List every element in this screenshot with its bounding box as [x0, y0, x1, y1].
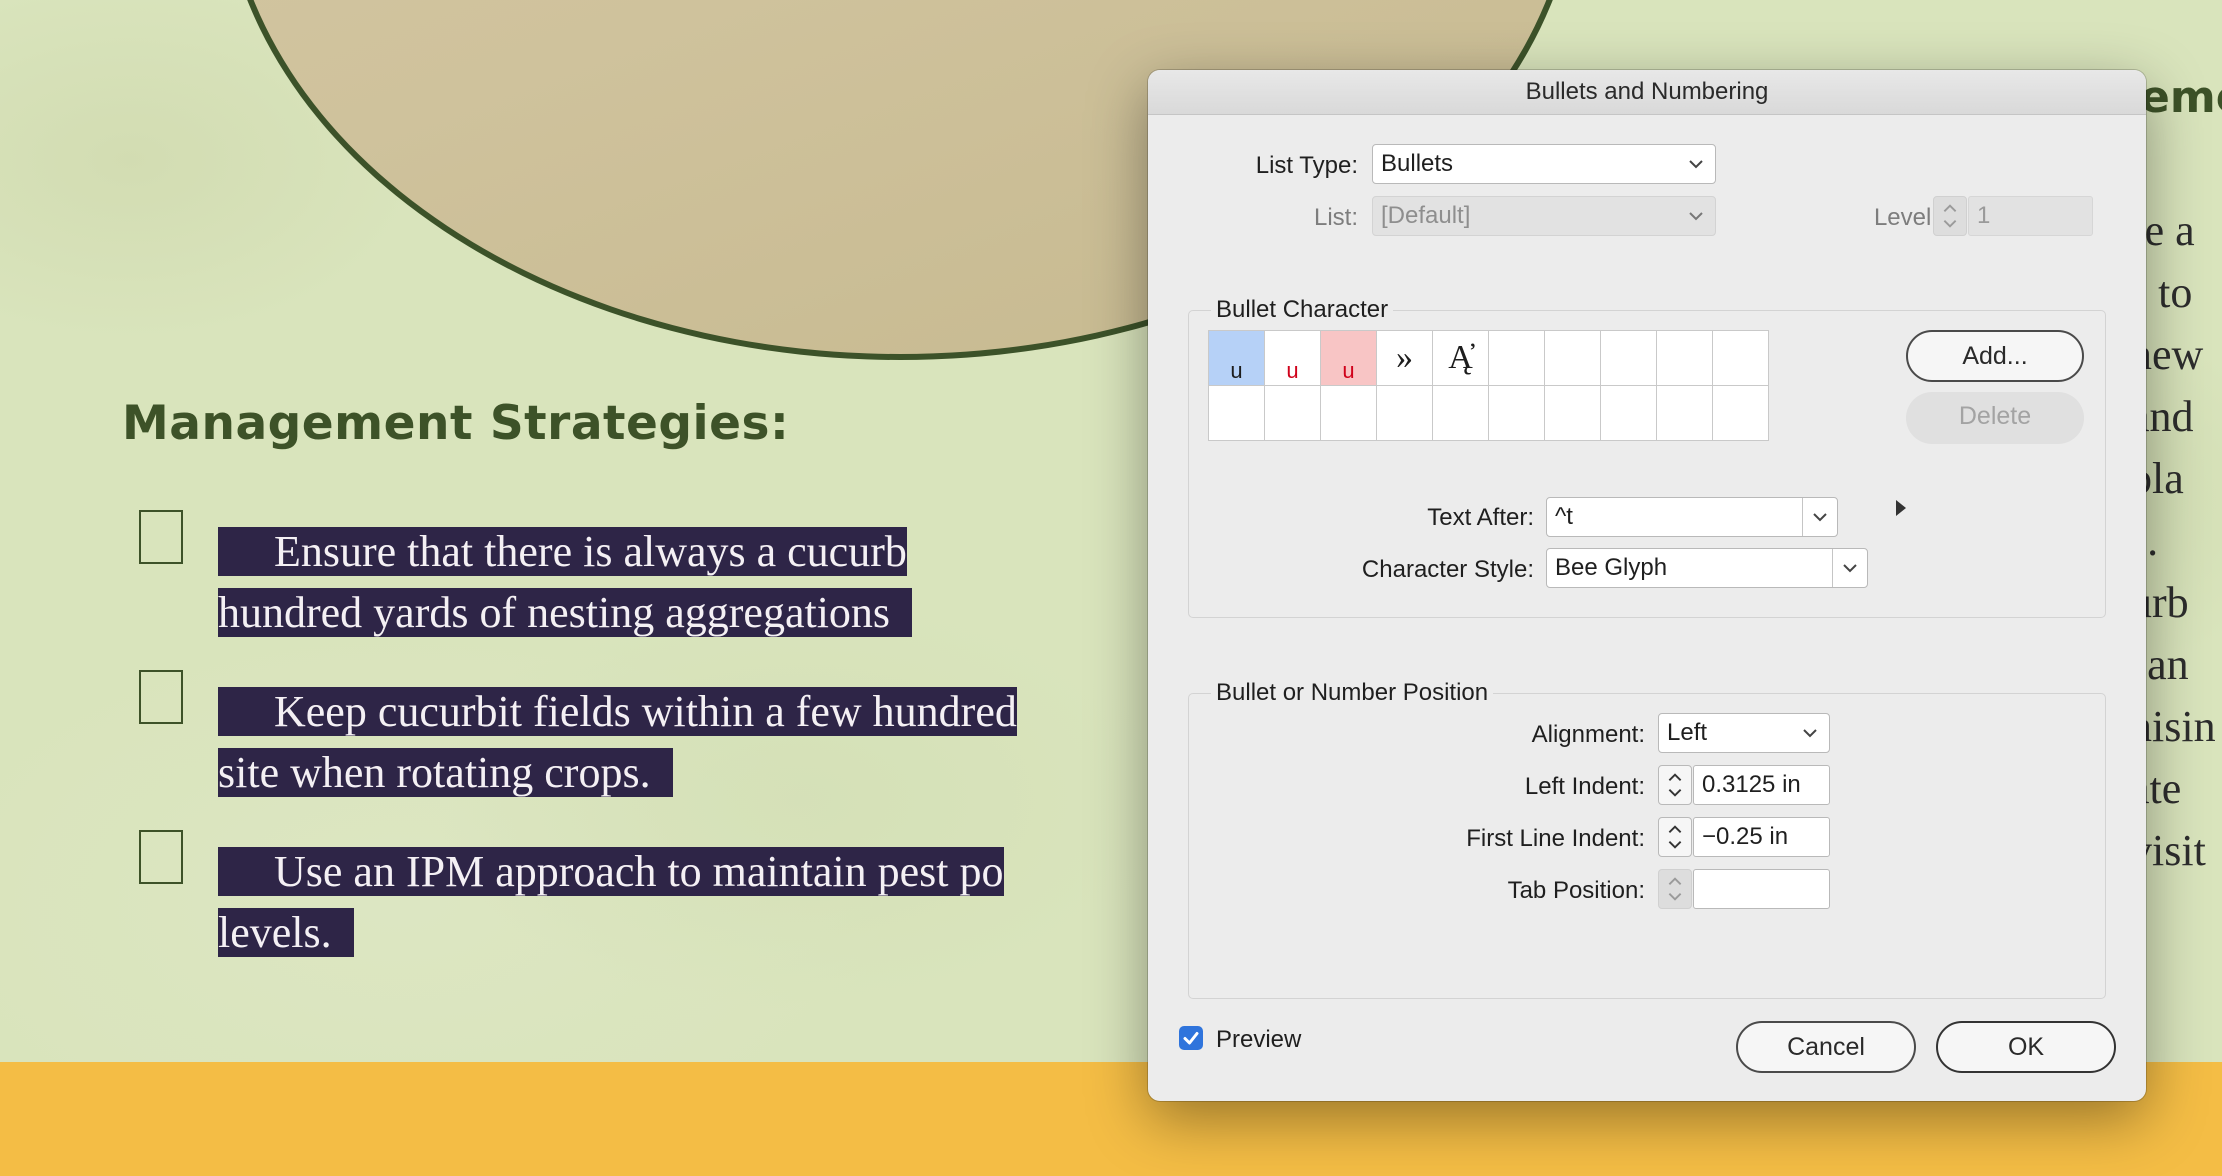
- bullet-checkbox-icon: [139, 510, 183, 564]
- list-item-line[interactable]: levels.: [218, 908, 354, 957]
- list-label: List:: [1313, 204, 1358, 231]
- tab-position-stepper[interactable]: [1658, 869, 1692, 909]
- level-label: Level:: [1873, 204, 1938, 231]
- right-column-heading-fragment: eme: [2140, 72, 2222, 123]
- character-style-label: Character Style:: [1361, 556, 1534, 583]
- glyph-cell-empty[interactable]: [1712, 385, 1769, 441]
- list-type-label: List Type:: [1255, 152, 1358, 179]
- glyph-cell[interactable]: u: [1208, 330, 1265, 386]
- glyph-cell-empty[interactable]: [1544, 330, 1601, 386]
- glyph-cell-empty[interactable]: [1208, 385, 1265, 441]
- text-after-combobox[interactable]: ^t: [1546, 497, 1838, 537]
- glyph-char: u: [1230, 358, 1243, 383]
- stepper-arrows-icon: [1943, 204, 1957, 228]
- glyph-char: u: [1342, 358, 1355, 383]
- glyph-char: u: [1286, 358, 1299, 383]
- bullet-character-title: Bullet Character: [1211, 296, 1394, 324]
- glyph-cell-empty[interactable]: [1488, 330, 1545, 386]
- cancel-button[interactable]: Cancel: [1736, 1021, 1916, 1073]
- character-style-value: Bee Glyph: [1555, 554, 1668, 581]
- left-indent-field[interactable]: 0.3125 in: [1693, 765, 1830, 805]
- preview-checkbox[interactable]: [1179, 1026, 1203, 1050]
- chevron-down-icon[interactable]: [1832, 549, 1867, 587]
- tab-position-field[interactable]: [1693, 869, 1830, 909]
- text-after-label: Text After:: [1427, 504, 1534, 531]
- bullets-and-numbering-dialog: Bullets and Numbering List Type: Bullets…: [1148, 70, 2146, 1101]
- glyph-cell-empty[interactable]: [1320, 385, 1377, 441]
- first-line-indent-stepper[interactable]: [1658, 817, 1692, 857]
- stepper-arrows-icon: [1668, 877, 1682, 901]
- list-type-select[interactable]: Bullets: [1372, 144, 1716, 184]
- checkmark-icon: [1183, 1032, 1199, 1045]
- list-value: [Default]: [1381, 202, 1471, 229]
- level-field[interactable]: 1: [1968, 196, 2093, 236]
- list-item-line[interactable]: site when rotating crops.: [218, 748, 673, 797]
- first-line-indent-label: First Line Indent:: [1466, 825, 1645, 852]
- glyph-cell-empty[interactable]: [1488, 385, 1545, 441]
- glyph-cell-empty[interactable]: [1264, 385, 1321, 441]
- alignment-value: Left: [1667, 719, 1708, 746]
- glyph-cell[interactable]: u: [1320, 330, 1377, 386]
- glyph-cell-empty[interactable]: [1600, 385, 1657, 441]
- glyph-cell-empty[interactable]: [1656, 330, 1713, 386]
- bullet-position-group: [1188, 693, 2106, 999]
- list-item-text[interactable]: Use an IPM approach to maintain pest po …: [218, 841, 1228, 963]
- bullet-checkbox-icon: [139, 830, 183, 884]
- add-bullet-button[interactable]: Add...: [1906, 330, 2084, 382]
- preview-label[interactable]: Preview: [1216, 1026, 1301, 1054]
- dialog-title[interactable]: Bullets and Numbering: [1148, 70, 2146, 115]
- list-item-line[interactable]: hundred yards of nesting aggregations: [218, 588, 913, 637]
- glyph-cell-empty[interactable]: [1544, 385, 1601, 441]
- list-item-text[interactable]: Ensure that there is always a cucurb hun…: [218, 521, 1228, 643]
- section-heading[interactable]: Management Strategies:: [122, 396, 789, 451]
- special-characters-flyout-icon[interactable]: [1896, 500, 1906, 516]
- glyph-cell-empty[interactable]: [1712, 330, 1769, 386]
- stepper-arrows-icon: [1668, 825, 1682, 849]
- chevron-down-icon: [1687, 197, 1705, 235]
- text-after-value: ^t: [1555, 503, 1573, 530]
- alignment-label: Alignment:: [1531, 721, 1645, 748]
- glyph-cell-empty[interactable]: [1656, 385, 1713, 441]
- glyph-cell[interactable]: u: [1264, 330, 1321, 386]
- glyph-cell[interactable]: Ą̓: [1432, 330, 1489, 386]
- chevron-down-icon: [1687, 145, 1705, 183]
- left-indent-label: Left Indent:: [1524, 773, 1645, 800]
- level-stepper[interactable]: [1933, 196, 1967, 236]
- delete-bullet-button[interactable]: Delete: [1906, 392, 2084, 444]
- glyph-cell-empty[interactable]: [1432, 385, 1489, 441]
- list-item-text[interactable]: Keep cucurbit fields within a few hundre…: [218, 681, 1228, 803]
- tab-position-label: Tab Position:: [1507, 877, 1645, 904]
- list-item-line[interactable]: Keep cucurbit fields within a few hundre…: [218, 687, 1017, 736]
- list-item-line[interactable]: Use an IPM approach to maintain pest po: [218, 847, 1004, 896]
- glyph-cell-empty[interactable]: [1600, 330, 1657, 386]
- bullet-glyph-grid: u u u » Ą̓: [1208, 330, 1769, 441]
- chevron-down-icon[interactable]: [1802, 498, 1837, 536]
- list-type-value: Bullets: [1381, 150, 1454, 177]
- stepper-arrows-icon: [1668, 773, 1682, 797]
- ok-button[interactable]: OK: [1936, 1021, 2116, 1073]
- list-item-line[interactable]: Ensure that there is always a cucurb: [218, 527, 907, 576]
- bullet-checkbox-icon: [139, 670, 183, 724]
- list-select[interactable]: [Default]: [1372, 196, 1716, 236]
- bullet-position-title: Bullet or Number Position: [1211, 679, 1494, 707]
- alignment-select[interactable]: Left: [1658, 713, 1830, 753]
- chevron-down-icon: [1801, 714, 1819, 752]
- glyph-cell-empty[interactable]: [1376, 385, 1433, 441]
- first-line-indent-field[interactable]: −0.25 in: [1693, 817, 1830, 857]
- glyph-cell[interactable]: »: [1376, 330, 1433, 386]
- character-style-select[interactable]: Bee Glyph: [1546, 548, 1868, 588]
- left-indent-stepper[interactable]: [1658, 765, 1692, 805]
- glyph-char: »: [1396, 339, 1413, 376]
- glyph-char: Ą̓: [1448, 339, 1473, 376]
